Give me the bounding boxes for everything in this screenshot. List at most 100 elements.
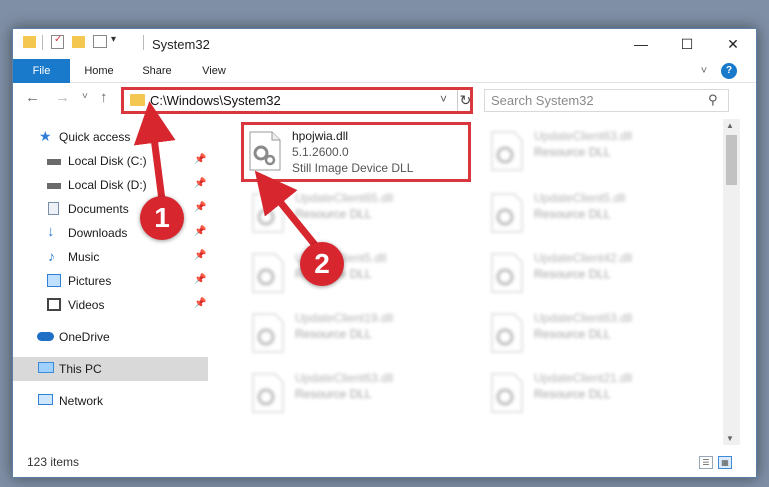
file-tile[interactable]: UpdateClient5.dll Resource DLL [247, 247, 477, 305]
ribbon-tabs: File Home Share View ˅ ? [13, 59, 756, 83]
dll-file-icon [252, 253, 284, 293]
toolbar-divider [143, 35, 144, 50]
sidebar-item-videos[interactable]: Videos 📌 [13, 293, 208, 317]
pin-icon[interactable]: 📌 [194, 178, 206, 189]
search-input[interactable] [491, 92, 701, 109]
sidebar-item-label: OneDrive [59, 330, 110, 344]
file-tile[interactable]: UpdateClient65.dll Resource DLL [247, 187, 477, 245]
details-view-icon[interactable]: ☰ [699, 456, 713, 469]
sidebar-item-onedrive[interactable]: OneDrive [13, 325, 208, 349]
sidebar-item-local-disk-c[interactable]: Local Disk (C:) 📌 [13, 149, 208, 173]
pin-icon[interactable]: 📌 [194, 202, 206, 213]
file-name: UpdateClient5.dll [534, 191, 626, 205]
sidebar-item-label: Music [68, 250, 100, 264]
onedrive-icon [37, 332, 54, 341]
file-name: UpdateClient65.dll [295, 191, 394, 205]
pictures-icon [47, 274, 61, 287]
dll-file-icon [491, 313, 523, 353]
scroll-thumb[interactable] [726, 135, 737, 185]
sidebar-item-label: Quick access [59, 130, 131, 144]
file-tile[interactable]: UpdateClient19.dll Resource DLL [247, 307, 477, 365]
step-2-badge: 2 [300, 242, 344, 286]
music-icon: ♪ [48, 248, 55, 264]
sidebar-item-local-disk-d[interactable]: Local Disk (D:) 📌 [13, 173, 208, 197]
search-box[interactable]: ⚲ [484, 89, 729, 112]
pin-icon[interactable]: 📌 [194, 226, 206, 237]
file-tile[interactable]: UpdateClient5.dll Resource DLL [486, 187, 716, 245]
tab-view[interactable]: View [190, 59, 238, 83]
pin-icon[interactable]: 📌 [194, 274, 206, 285]
network-icon [38, 394, 53, 405]
customize-view-icon[interactable] [93, 35, 107, 48]
dll-file-icon [491, 131, 523, 171]
file-description: Resource DLL [534, 145, 611, 159]
file-description: Resource DLL [295, 207, 372, 221]
file-tile[interactable]: UpdateClient63.dll Resource DLL [486, 307, 716, 365]
pin-icon[interactable]: 📌 [194, 250, 206, 261]
forward-button[interactable]: → [55, 89, 70, 106]
sidebar-item-quick-access[interactable]: ★ Quick access [13, 125, 208, 149]
customize-toolbar-button[interactable]: ▾ [111, 34, 116, 45]
navigation-bar: ← → ˅ ↑ C:\Windows\System32 ˅ ↻ ⚲ [13, 83, 756, 119]
sidebar-item-label: Local Disk (C:) [68, 154, 147, 168]
computer-icon [38, 362, 54, 373]
file-tile-hpojwia[interactable]: hpojwia.dll 5.1.2600.0 Still Image Devic… [241, 122, 471, 182]
large-icons-view-icon[interactable]: ▦ [718, 456, 732, 469]
file-tile[interactable]: UpdateClient63.dll Resource DLL [247, 367, 477, 425]
tab-file[interactable]: File [13, 59, 70, 83]
close-button[interactable]: ✕ [710, 29, 756, 59]
file-tile[interactable]: UpdateClient63.dll Resource DLL [486, 125, 716, 183]
drive-icon [47, 159, 61, 165]
recent-locations-button[interactable]: ˅ [82, 91, 88, 102]
sidebar-item-label: Downloads [68, 226, 128, 240]
sidebar-item-network[interactable]: Network [13, 389, 208, 413]
file-name: UpdateClient19.dll [295, 311, 394, 325]
maximize-button[interactable]: ☐ [664, 29, 710, 59]
file-description: Resource DLL [534, 207, 611, 221]
file-description: Resource DLL [295, 327, 372, 341]
drive-icon [47, 183, 61, 189]
file-name: UpdateClient21.dll [534, 371, 633, 385]
step-1-badge: 1 [140, 196, 184, 240]
expand-ribbon-button[interactable]: ˅ [696, 59, 712, 83]
window-title: System32 [152, 37, 210, 52]
scroll-down-arrow-icon[interactable]: ▼ [726, 434, 734, 443]
file-version: 5.1.2600.0 [292, 145, 349, 159]
sidebar-item-label: Network [59, 394, 104, 408]
back-button[interactable]: ← [25, 89, 40, 106]
file-name: UpdateClient42.dll [534, 251, 633, 265]
sidebar-item-music[interactable]: ♪ Music 📌 [13, 245, 208, 269]
new-folder-icon[interactable] [72, 36, 85, 48]
toolbar-divider [42, 35, 43, 50]
dll-file-icon [491, 373, 523, 413]
sidebar-item-this-pc[interactable]: This PC [13, 357, 208, 381]
minimize-button[interactable]: — [618, 29, 664, 59]
file-tile[interactable]: UpdateClient42.dll Resource DLL [486, 247, 716, 305]
sidebar-item-label: Videos [68, 298, 105, 312]
dll-file-icon [491, 253, 523, 293]
documents-icon [48, 202, 59, 215]
file-tile[interactable]: UpdateClient21.dll Resource DLL [486, 367, 716, 425]
file-description: Resource DLL [295, 387, 372, 401]
address-bar[interactable]: C:\Windows\System32 ˅ ↻ [121, 87, 473, 114]
chevron-down-icon[interactable]: ˅ [440, 92, 447, 106]
tab-share[interactable]: Share [133, 59, 181, 83]
search-icon[interactable]: ⚲ [708, 92, 718, 108]
file-explorer-window: ✓ ▾ System32 — ☐ ✕ File Home Share View … [12, 28, 757, 478]
scroll-up-arrow-icon[interactable]: ▲ [726, 121, 734, 130]
pin-icon[interactable]: 📌 [194, 298, 206, 309]
tab-home[interactable]: Home [75, 59, 123, 83]
pin-icon[interactable]: 📌 [194, 154, 206, 165]
file-description: Resource DLL [534, 327, 611, 341]
dll-file-icon [252, 373, 284, 413]
folder-icon [23, 36, 36, 48]
help-icon[interactable]: ? [721, 63, 737, 79]
sidebar-item-pictures[interactable]: Pictures 📌 [13, 269, 208, 293]
status-bar: 123 items ☰ ▦ [13, 449, 756, 477]
vertical-scrollbar[interactable]: ▲ ▼ [723, 119, 740, 445]
refresh-button[interactable]: ↻ [457, 90, 473, 111]
up-button[interactable]: ↑ [100, 89, 108, 106]
item-count: 123 items [27, 455, 80, 469]
properties-icon[interactable]: ✓ [51, 34, 64, 49]
sidebar-item-label: Local Disk (D:) [68, 178, 147, 192]
